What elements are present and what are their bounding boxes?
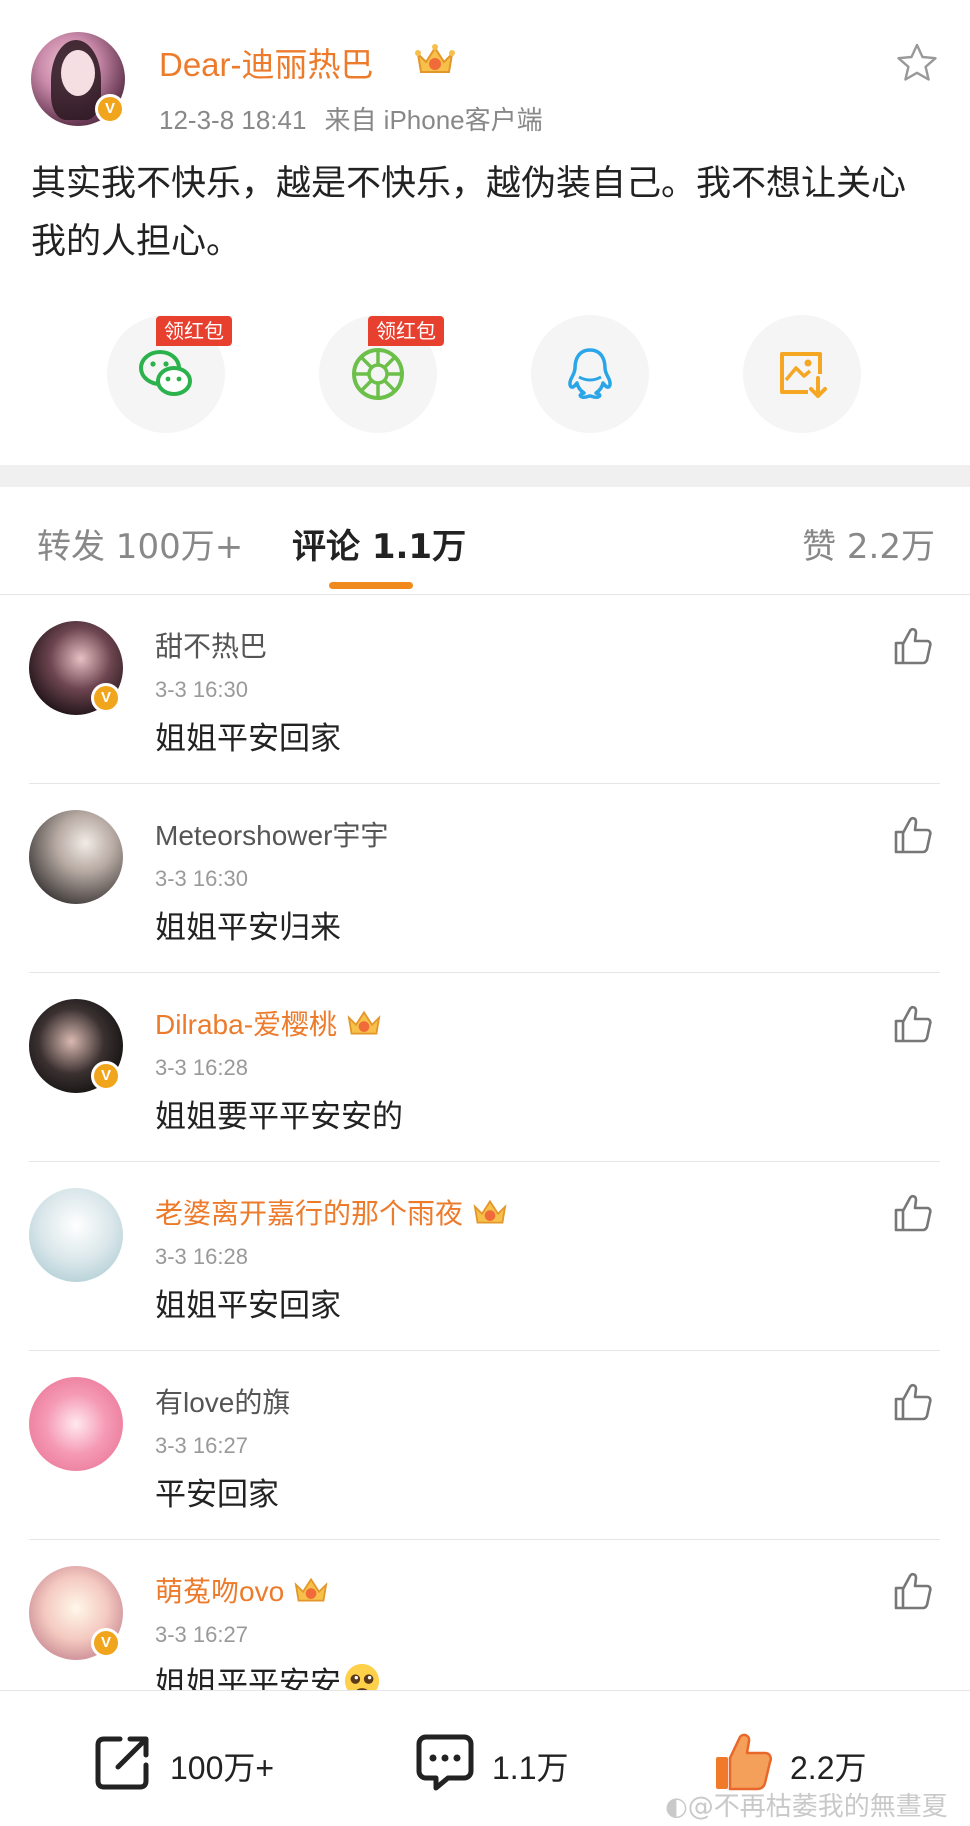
comment-time: 3-3 16:27 (155, 1433, 248, 1458)
like-count: 2.2万 (790, 1750, 867, 1786)
watermark-text: @不再枯萎我的無晝夏 (687, 1792, 948, 1822)
comment-text: 姐姐要平平安安的 (155, 1099, 403, 1135)
commenter-name[interactable]: 老婆离开嘉行的那个雨夜 (155, 1192, 509, 1232)
comment-time: 3-3 16:30 (155, 677, 248, 702)
post-time: 12-3-8 18:41 (159, 105, 307, 135)
verified-badge: V (91, 683, 121, 713)
commenter-avatar[interactable] (29, 810, 123, 904)
post-header: V Dear-迪丽热巴 12-3-8 18:41 来自 iPhone客户端 其实我… (0, 0, 970, 465)
comment-item: 有love的旗 3-3 16:27 平安回家 (29, 1351, 940, 1540)
commenter-name[interactable]: 有love的旗 (155, 1381, 290, 1421)
repost-count: 100万+ (170, 1750, 275, 1786)
comment-text: 平安回家 (155, 1477, 279, 1513)
verified-badge: V (95, 94, 125, 124)
comment-icon (416, 1734, 474, 1791)
star-icon[interactable] (896, 42, 938, 84)
thumbs-up-icon[interactable] (892, 1192, 934, 1234)
commenter-name[interactable]: 甜不热巴 (155, 625, 267, 665)
tab-likes[interactable]: 赞 2.2万 (802, 519, 935, 568)
author-name[interactable]: Dear-迪丽热巴 (159, 38, 374, 86)
section-divider (0, 465, 970, 487)
comment-time: 3-3 16:30 (155, 866, 248, 891)
comment-item: Meteorshower宇宇 3-3 16:30 姐姐平安归来 (29, 784, 940, 973)
commenter-name-text: 老婆离开嘉行的那个雨夜 (155, 1198, 464, 1229)
wechat-icon (139, 350, 192, 396)
tab-reposts[interactable]: 转发 100万+ (37, 519, 243, 568)
comment-list: V 甜不热巴 3-3 16:30 姐姐平安回家 Meteorshower宇宇 3… (0, 595, 970, 1729)
commenter-name[interactable]: Dilraba-爱樱桃 (155, 1003, 383, 1043)
thumbs-up-icon[interactable] (892, 1381, 934, 1423)
commenter-avatar[interactable] (29, 1377, 123, 1471)
red-packet-tag: 领红包 (368, 316, 444, 346)
red-packet-tag: 领红包 (156, 316, 232, 346)
comment-item: 老婆离开嘉行的那个雨夜 3-3 16:28 姐姐平安回家 (29, 1162, 940, 1351)
comment-count: 1.1万 (492, 1750, 569, 1786)
moments-icon (352, 348, 404, 400)
thumbs-up-icon[interactable] (892, 625, 934, 667)
verified-badge: V (91, 1061, 121, 1091)
thumbs-up-filled-icon (716, 1733, 773, 1791)
commenter-name-text: 萌菟吻ovo (155, 1576, 285, 1607)
tab-comments[interactable]: 评论 1.1万 (292, 519, 466, 568)
comment-text: 姐姐平安归来 (155, 910, 341, 946)
thumbs-up-icon[interactable] (892, 1003, 934, 1045)
commenter-name-text: Dilraba-爱樱桃 (155, 1009, 338, 1040)
crown-icon (415, 44, 455, 73)
comment-text: 姐姐平安回家 (155, 721, 341, 757)
comment-time: 3-3 16:28 (155, 1055, 248, 1080)
commenter-name[interactable]: Meteorshower宇宇 (155, 814, 388, 854)
post-tabs: 转发 100万+ 评论 1.1万 赞 2.2万 (0, 487, 970, 595)
watermark: ◐@不再枯萎我的無晝夏 (665, 1786, 948, 1823)
share-qq-button[interactable] (531, 315, 649, 433)
save-image-icon (780, 352, 827, 398)
commenter-avatar[interactable] (29, 1188, 123, 1282)
comment-item: V 甜不热巴 3-3 16:30 姐姐平安回家 (29, 595, 940, 784)
commenter-name[interactable]: 萌菟吻ovo (155, 1570, 330, 1610)
crown-icon (294, 1577, 328, 1602)
comment-time: 3-3 16:27 (155, 1622, 248, 1647)
post-meta: 12-3-8 18:41 来自 iPhone客户端 (159, 100, 543, 137)
avatar-face (61, 50, 95, 96)
comment-time: 3-3 16:28 (155, 1244, 248, 1269)
qq-icon (568, 348, 612, 400)
crown-icon (347, 1010, 381, 1035)
thumbs-up-icon[interactable] (892, 814, 934, 856)
repost-icon (95, 1736, 149, 1790)
weibo-logo-icon: ◐ (665, 1792, 688, 1822)
verified-badge: V (91, 1628, 121, 1658)
save-image-button[interactable] (743, 315, 861, 433)
crown-icon (473, 1199, 507, 1224)
comment-item: V Dilraba-爱樱桃 3-3 16:28 姐姐要平平安安的 (29, 973, 940, 1162)
post-source: 来自 iPhone客户端 (324, 105, 543, 135)
post-text: 其实我不快乐，越是不快乐，越伪装自己。我不想让关心我的人担心。 (31, 164, 907, 262)
thumbs-up-icon[interactable] (892, 1570, 934, 1612)
comment-text: 姐姐平安回家 (155, 1288, 341, 1324)
active-tab-indicator (329, 582, 413, 589)
